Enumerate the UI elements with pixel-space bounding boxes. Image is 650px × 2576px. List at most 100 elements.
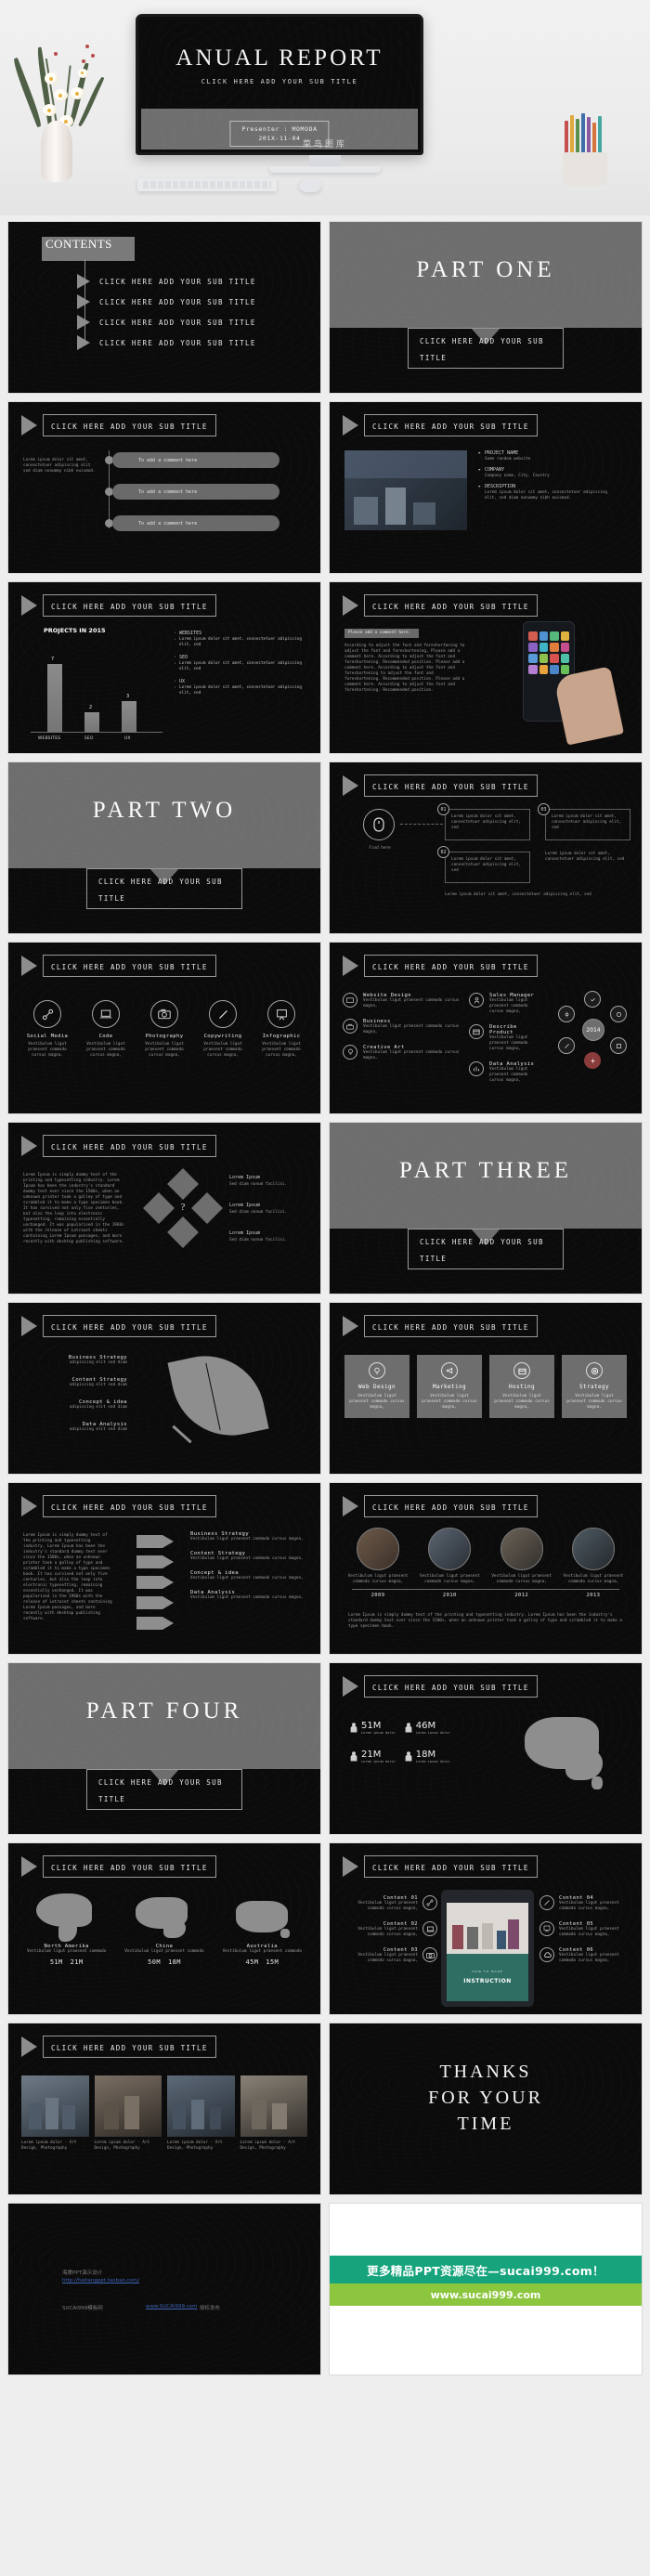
user-icon <box>469 993 484 1008</box>
megaphone-icon <box>441 1362 458 1379</box>
timeline-node[interactable]: Vestibulum ligut praesent commodo cursus… <box>490 1528 553 1585</box>
slide-project-info[interactable]: CLICK HERE ADD YOUR SUB TITLE ▸ PROJECT … <box>329 401 643 574</box>
strategy-item[interactable]: Concept & idea adipiscing elit sed diam <box>25 1399 127 1411</box>
map-card[interactable]: North Amerika Vestibulum ligut praesent … <box>21 1890 111 1966</box>
icon-card[interactable]: Code Vestibulum ligut praesent commodo c… <box>80 1000 132 1059</box>
content-item[interactable]: Content 01 Vestibulum ligut praesent com… <box>339 1895 437 1912</box>
icon-card[interactable]: Photography Vestibulum ligut praesent co… <box>138 1000 190 1059</box>
photo-thumbnail <box>94 2075 162 2137</box>
step-number: 02 <box>437 846 449 858</box>
phone-tag: Please add a comment here. <box>344 629 419 638</box>
slide-part-two[interactable]: PART TWO CLICK HERE ADD YOUR SUB TITLE <box>7 761 321 934</box>
timeline-node[interactable]: Vestibulum ligut praesent commodo cursus… <box>418 1528 481 1585</box>
icon-list-item[interactable]: Business Vestibulum ligut praesent commo… <box>343 1019 463 1035</box>
slide-china-stats[interactable]: CLICK HERE ADD YOUR SUB TITLE 51M Lorem … <box>329 1662 643 1835</box>
timeline-year: 2010 <box>442 1593 457 1598</box>
contents-item-label: CLICK HERE ADD YOUR SUB TITLE <box>99 277 256 286</box>
slide-subtitle: CLICK HERE ADD YOUR SUB TITLE <box>51 1143 208 1151</box>
photo-card[interactable]: Lorem ipsum dolor · Art Design, Photogra… <box>240 2075 307 2152</box>
link-icon <box>33 1000 61 1028</box>
contents-item[interactable]: CLICK HERE ADD YOUR SUB TITLE <box>77 274 256 289</box>
service-card[interactable]: Strategy Vestibulum ligut praesent commo… <box>562 1355 627 1418</box>
content-body: Vestibulum ligut praesent commodo cursus… <box>559 1953 619 1963</box>
service-card-body: Vestibulum ligut praesent commodo cursus… <box>422 1394 477 1410</box>
slide-diamond[interactable]: CLICK HERE ADD YOUR SUB TITLE Lorem Ipsu… <box>7 1122 321 1295</box>
credit-link-2[interactable]: www.SUCAI999.com <box>146 2304 197 2309</box>
promo-banner-primary[interactable]: 更多精品PPT资源尽在—sucai999.com！ <box>330 2256 642 2283</box>
slide-contents[interactable]: CONTENTS CLICK HERE ADD YOUR SUB TITLE C… <box>7 221 321 394</box>
icon-list-item[interactable]: Website Design Vestibulum ligut praesent… <box>343 993 463 1009</box>
icon-card[interactable]: Copywriting Vestibulum ligut praesent co… <box>197 1000 249 1059</box>
slide-tablet-content[interactable]: CLICK HERE ADD YOUR SUB TITLE Content 01… <box>329 1842 643 2015</box>
service-card[interactable]: Hosting Vestibulum ligut praesent commod… <box>489 1355 554 1418</box>
slide-part-one[interactable]: PART ONE CLICK HERE ADD YOUR SUB TITLE <box>329 221 643 394</box>
stat-label: Lorem ipsum dolor <box>415 1731 450 1735</box>
content-item[interactable]: Content 04 Vestibulum ligut praesent com… <box>540 1895 636 1912</box>
strategy-item[interactable]: Data Analysis adipiscing elit sed diam <box>25 1422 127 1433</box>
photo-thumbnail <box>240 2075 307 2137</box>
slide-phone[interactable]: CLICK HERE ADD YOUR SUB TITLE Please add… <box>329 581 643 754</box>
laptop-icon <box>422 1921 437 1936</box>
strategy-item[interactable]: Business Strategy adipiscing elit sed di… <box>25 1355 127 1366</box>
slide-icon-row[interactable]: CLICK HERE ADD YOUR SUB TITLE Social Med… <box>7 942 321 1114</box>
slide-maps-row[interactable]: CLICK HERE ADD YOUR SUB TITLE North Amer… <box>7 1842 321 2015</box>
hex-node-icon <box>558 1037 575 1054</box>
slide-arrow-list[interactable]: CLICK HERE ADD YOUR SUB TITLE Lorem Ipsu… <box>7 1482 321 1655</box>
slide-strategy-leaf[interactable]: CLICK HERE ADD YOUR SUB TITLE Business S… <box>7 1302 321 1475</box>
map-card[interactable]: China Vestibulum ligut praesent commodo … <box>119 1890 209 1966</box>
content-body: Vestibulum ligut praesent commodo cursus… <box>358 1927 418 1937</box>
slide-part-three[interactable]: PART THREE CLICK HERE ADD YOUR SUB TITLE <box>329 1122 643 1295</box>
promo-banner-secondary[interactable]: www.sucai999.com <box>330 2283 642 2306</box>
content-item[interactable]: Content 06 Vestibulum ligut praesent com… <box>540 1947 636 1964</box>
arrow-list-item[interactable]: Concept & idea Vestibulum ligut praesent… <box>190 1570 309 1581</box>
slide-part-four[interactable]: PART FOUR CLICK HERE ADD YOUR SUB TITLE <box>7 1662 321 1835</box>
triangle-icon <box>21 415 37 436</box>
slide-subtitle: CLICK HERE ADD YOUR SUB TITLE <box>51 963 208 971</box>
pill-item[interactable]: To add a comment here <box>112 452 280 468</box>
strategy-item[interactable]: Content Strategy adipiscing elit sed dia… <box>25 1377 127 1388</box>
map-stat: 45M <box>245 1958 259 1966</box>
icon-list-item[interactable]: Creative Art Vestibulum ligut praesent c… <box>343 1045 463 1061</box>
icon-card[interactable]: Social Media Vestibulum ligut praesent c… <box>21 1000 73 1059</box>
photo-card[interactable]: Lorem ipsum dolor · Art Design, Photogra… <box>94 2075 162 2152</box>
icon-card[interactable]: Infographic Vestibulum ligut praesent co… <box>255 1000 307 1059</box>
slide-bar-chart[interactable]: CLICK HERE ADD YOUR SUB TITLE PROJECTS I… <box>7 581 321 754</box>
icon-list-item[interactable]: Sales Manager Vestibulum ligut praesent … <box>469 993 543 1015</box>
timeline-node[interactable]: Vestibulum ligut praesent commodo cursus… <box>346 1528 410 1585</box>
photo-card[interactable]: Lorem ipsum dolor · Art Design, Photogra… <box>21 2075 89 2152</box>
slide-photo-grid[interactable]: CLICK HERE ADD YOUR SUB TITLE Lorem ipsu… <box>7 2023 321 2195</box>
content-item[interactable]: Content 02 Vestibulum ligut praesent com… <box>339 1921 437 1938</box>
photo-card[interactable]: Lorem ipsum dolor · Art Design, Photogra… <box>167 2075 235 2152</box>
contents-item[interactable]: CLICK HERE ADD YOUR SUB TITLE <box>77 294 256 309</box>
person-icon <box>405 1751 412 1762</box>
arrow-list-item[interactable]: Business Strategy Vestibulum ligut praes… <box>190 1531 309 1542</box>
contents-item[interactable]: CLICK HERE ADD YOUR SUB TITLE <box>77 315 256 330</box>
part-one-title: PART ONE <box>416 257 555 282</box>
content-item[interactable]: Content 05 Vestibulum ligut praesent com… <box>540 1921 636 1938</box>
slide-header: CLICK HERE ADD YOUR SUB TITLE <box>343 414 538 436</box>
slide-process[interactable]: CLICK HERE ADD YOUR SUB TITLE Find here … <box>329 761 643 934</box>
slide-pills[interactable]: CLICK HERE ADD YOUR SUB TITLE Lorem ipsu… <box>7 401 321 574</box>
pills-caption: Lorem ipsum dolor sit amet, consectetuer… <box>23 458 96 474</box>
arrow-list-item[interactable]: Data Analysis Vestibulum ligut praesent … <box>190 1590 309 1601</box>
pill-item[interactable]: To add a comment here <box>112 515 280 531</box>
hero-section: ANUAL REPORT CLICK HERE ADD YOUR SUB TIT… <box>0 0 650 215</box>
slide-timeline[interactable]: CLICK HERE ADD YOUR SUB TITLE Vestibulum… <box>329 1482 643 1655</box>
contents-item[interactable]: CLICK HERE ADD YOUR SUB TITLE <box>77 335 256 350</box>
content-item[interactable]: Content 03 Vestibulum ligut praesent com… <box>339 1947 437 1964</box>
project-field-value: Lorem ipsum dolor sit amet, consectetuer… <box>485 490 607 501</box>
credit-link-1[interactable]: http://haitangppt.taobao.com/ <box>62 2278 139 2283</box>
slide-credits[interactable]: 海棠PPT演示设计 http://haitangppt.taobao.com/ … <box>7 2203 321 2375</box>
icon-list-item[interactable]: Data Analysis Vestibulum ligut praesent … <box>469 1061 543 1084</box>
icon-list-item[interactable]: Describe Product Vestibulum ligut praese… <box>469 1024 543 1052</box>
arrow-list-item[interactable]: Content Strategy Vestibulum ligut praese… <box>190 1551 309 1562</box>
slide-thanks[interactable]: THANKS FOR YOUR TIME <box>329 2023 643 2195</box>
process-step-box: Lorem ipsum dolor sit amet, consectetuer… <box>445 852 530 883</box>
timeline-node[interactable]: Vestibulum ligut praesent commodo cursus… <box>562 1528 625 1585</box>
pill-item[interactable]: To add a comment here <box>112 484 280 500</box>
slide-card-row[interactable]: CLICK HERE ADD YOUR SUB TITLE Web Design… <box>329 1302 643 1475</box>
service-card[interactable]: Web Design Vestibulum ligut praesent com… <box>344 1355 410 1418</box>
service-card[interactable]: Marketing Vestibulum ligut praesent comm… <box>417 1355 482 1418</box>
map-card[interactable]: Australia Vestibulum ligut praesent comm… <box>217 1890 307 1966</box>
slide-hexagon[interactable]: CLICK HERE ADD YOUR SUB TITLE Website De… <box>329 942 643 1114</box>
